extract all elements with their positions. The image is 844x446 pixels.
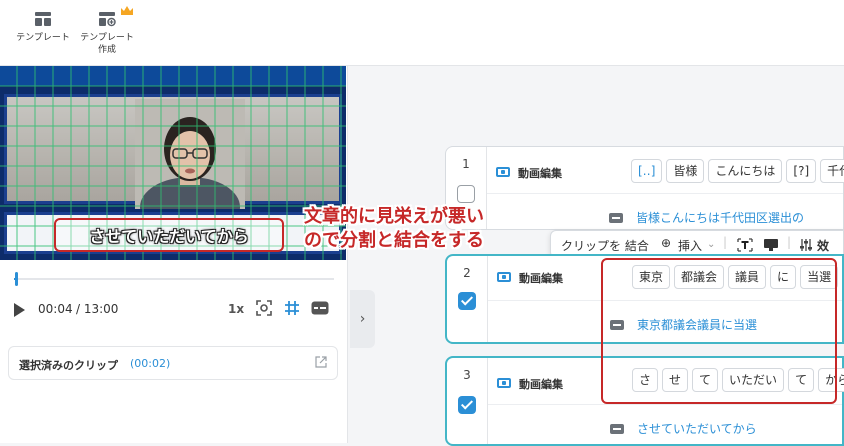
selected-clips-panel[interactable]: 選択済みのクリップ (00:02) [8, 346, 338, 380]
row-gutter [487, 256, 488, 342]
word-chip[interactable]: こんにちは [708, 159, 783, 183]
subtitle-icon [609, 213, 623, 223]
row-number: 2 [463, 266, 471, 280]
word-chip[interactable]: [‥] [631, 159, 663, 183]
current-time: 00:04 [38, 302, 73, 316]
row-label-text: 動画編集 [518, 167, 562, 180]
preview-panel: させていただいてから 00:04 / 13:00 1x 選択済みのクリップ (0… [0, 66, 348, 443]
chevron-right-icon: › [359, 311, 366, 327]
template-icon [35, 12, 51, 26]
video-edit-icon [496, 167, 510, 177]
annotation-line-1: 文章的に見栄えが悪い [304, 206, 484, 227]
subtitle-text[interactable]: させていただいてから [637, 420, 757, 437]
row-label-text: 動画編集 [519, 272, 563, 285]
collapse-panel-button[interactable]: › [350, 290, 375, 348]
subtitle-toggle-icon[interactable] [311, 301, 329, 315]
row-checkbox-checked[interactable] [458, 292, 476, 310]
toolbar-separator: | [787, 235, 792, 249]
playback-progress[interactable] [14, 272, 334, 286]
row-divider [488, 404, 842, 405]
word-chip[interactable]: 千代田 [820, 159, 844, 183]
chevron-down-icon: ⌄ [707, 239, 716, 250]
effects-button[interactable]: 效 [817, 237, 829, 254]
merge-clips-button[interactable]: クリップを 結合 [561, 237, 649, 254]
play-icon[interactable] [14, 303, 25, 317]
crown-icon [121, 6, 133, 15]
row-checkbox[interactable] [457, 185, 475, 203]
row-divider [487, 193, 843, 194]
insert-plus-icon: ⊕ [661, 236, 672, 250]
subtitle-icon [610, 424, 624, 434]
template-label: テンプレート [16, 33, 70, 43]
video-preview[interactable]: させていただいてから [0, 66, 346, 260]
create-template-label-line2: 作成 [97, 45, 116, 55]
create-template-icon [99, 12, 116, 27]
video-edit-icon [497, 272, 511, 282]
word-chips: [‥] 皆様 こんにちは [?] 千代田 [631, 159, 844, 183]
annotation-line-2: ので分割と結合をする [304, 230, 484, 251]
progress-knob[interactable] [14, 272, 18, 286]
display-icon[interactable] [763, 238, 779, 252]
top-toolbar: テンプレート テンプレート 作成 [0, 0, 844, 66]
row-number: 3 [463, 368, 471, 382]
speed-button[interactable]: 1x [228, 302, 244, 316]
annotation-text: 文章的に見栄えが悪い ので分割と結合をする [304, 205, 564, 253]
row-label-text: 動画編集 [519, 378, 563, 391]
caption-overlay[interactable]: させていただいてから [54, 218, 284, 252]
video-edit-icon [497, 378, 511, 388]
snapshot-icon[interactable] [256, 300, 272, 316]
toolbar-separator: | [723, 235, 728, 249]
selected-clips-duration: (00:02) [130, 357, 171, 370]
create-template-label-line1: テンプレート [80, 33, 134, 43]
selected-clips-label: 選択済みのクリップ [19, 359, 118, 372]
text-style-icon[interactable] [737, 238, 753, 252]
annotation-highlight-box [601, 258, 837, 404]
player-controls: 00:04 / 13:00 1x [12, 300, 334, 320]
total-time: / 13:00 [76, 302, 119, 316]
row-number: 1 [462, 157, 470, 171]
template-button[interactable]: テンプレート [8, 6, 78, 44]
row-gutter [487, 358, 488, 444]
row-checkbox-checked[interactable] [458, 396, 476, 414]
insert-button[interactable]: 挿入 [678, 237, 702, 254]
adjust-sliders-icon[interactable] [799, 238, 813, 252]
grid-toggle-icon[interactable] [284, 300, 300, 316]
open-external-icon[interactable] [315, 356, 327, 368]
word-chip[interactable]: [?] [786, 159, 817, 183]
word-chip[interactable]: 皆様 [666, 159, 705, 183]
subtitle-text[interactable]: 皆様こんにちは千代田区選出の [636, 209, 804, 226]
